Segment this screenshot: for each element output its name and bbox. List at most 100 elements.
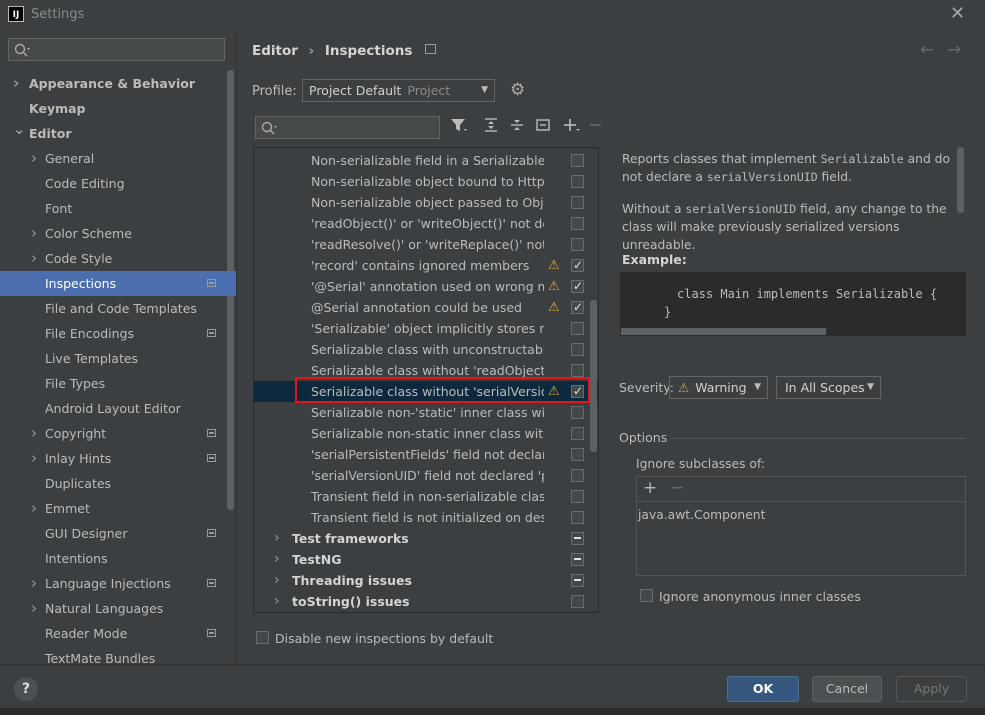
remove-class-icon[interactable]: − bbox=[670, 478, 684, 498]
back-arrow-icon[interactable]: ← bbox=[920, 40, 934, 60]
sidebar-item-inspections[interactable]: Inspections bbox=[0, 271, 236, 296]
inspection-group-row[interactable]: › TestNG bbox=[254, 549, 598, 570]
panel-divider[interactable] bbox=[236, 30, 237, 664]
chevron-right-icon[interactable]: › bbox=[31, 246, 37, 271]
inspection-row[interactable]: Serializable non-static inner class with… bbox=[254, 423, 598, 444]
sidebar-item-keymap[interactable]: Keymap bbox=[0, 96, 236, 121]
inspection-checkbox[interactable] bbox=[571, 406, 584, 419]
inspection-row[interactable]: Non-serializable object passed to Object… bbox=[254, 192, 598, 213]
inspection-row[interactable]: Serializable non-'static' inner class wi… bbox=[254, 402, 598, 423]
sidebar-item-reader-mode[interactable]: Reader Mode bbox=[0, 621, 236, 646]
inspection-row[interactable]: 'serialPersistentFields' field not decla… bbox=[254, 444, 598, 465]
inspection-row[interactable]: Non-serializable field in a Serializable… bbox=[254, 150, 598, 171]
inspection-checkbox[interactable] bbox=[571, 276, 584, 297]
apply-button[interactable]: Apply bbox=[896, 676, 967, 702]
gear-icon[interactable]: ⚙ bbox=[510, 80, 525, 100]
scope-dropdown[interactable]: In All Scopes ▼ bbox=[776, 376, 881, 399]
inspection-checkbox[interactable] bbox=[571, 255, 584, 276]
remove-icon[interactable] bbox=[589, 117, 603, 137]
inspection-checkbox[interactable] bbox=[571, 448, 584, 461]
inspection-group-row[interactable]: › toString() issues bbox=[254, 591, 598, 612]
inspection-checkbox[interactable] bbox=[571, 427, 584, 440]
chevron-right-icon[interactable]: › bbox=[274, 549, 280, 570]
add-class-icon[interactable]: + bbox=[643, 478, 657, 498]
inspection-checkbox[interactable] bbox=[571, 297, 584, 318]
sidebar-item-gui-designer[interactable]: GUI Designer bbox=[0, 521, 236, 546]
help-button[interactable]: ? bbox=[14, 677, 38, 701]
sidebar-item-file-types[interactable]: File Types bbox=[0, 371, 236, 396]
inspection-checkbox[interactable] bbox=[571, 238, 584, 251]
inspection-row[interactable]: 'Serializable' object implicitly stores … bbox=[254, 318, 598, 339]
sidebar-item-copyright[interactable]: › Copyright bbox=[0, 421, 236, 446]
sidebar-item-general[interactable]: › General bbox=[0, 146, 236, 171]
sidebar-item-editor[interactable]: ⌄ Editor bbox=[0, 120, 236, 146]
sidebar-item-code-editing[interactable]: Code Editing bbox=[0, 171, 236, 196]
inspection-group-row[interactable]: › Threading issues bbox=[254, 570, 598, 591]
cancel-button[interactable]: Cancel bbox=[812, 676, 882, 702]
chevron-right-icon[interactable]: › bbox=[13, 71, 19, 96]
inspection-row[interactable]: Serializable class with unconstructable … bbox=[254, 339, 598, 360]
chevron-right-icon[interactable]: › bbox=[31, 496, 37, 521]
inspection-list-scrollbar[interactable] bbox=[590, 300, 597, 452]
inspection-checkbox[interactable] bbox=[571, 469, 584, 482]
filter-icon[interactable] bbox=[450, 117, 468, 137]
description-scrollbar[interactable] bbox=[957, 147, 964, 213]
inspection-checkbox[interactable] bbox=[571, 364, 584, 377]
chevron-right-icon[interactable]: › bbox=[31, 146, 37, 171]
code-horizontal-scrollbar[interactable] bbox=[621, 328, 826, 335]
sidebar-item-file-encodings[interactable]: File Encodings bbox=[0, 321, 236, 346]
sidebar-item-duplicates[interactable]: Duplicates bbox=[0, 471, 236, 496]
chevron-right-icon[interactable]: › bbox=[274, 528, 280, 549]
inspection-row[interactable]: '@Serial' annotation used on wrong membe… bbox=[254, 276, 598, 297]
ignore-anonymous-checkbox[interactable] bbox=[640, 589, 653, 602]
inspection-checkbox[interactable] bbox=[571, 217, 584, 230]
profile-dropdown[interactable]: Project Default Project ▼ bbox=[302, 79, 495, 102]
chevron-right-icon[interactable]: › bbox=[274, 570, 280, 591]
inspection-group-row[interactable]: › Test frameworks bbox=[254, 528, 598, 549]
sidebar-item-emmet[interactable]: › Emmet bbox=[0, 496, 236, 521]
add-icon[interactable] bbox=[562, 117, 582, 137]
sidebar-item-color-scheme[interactable]: › Color Scheme bbox=[0, 221, 236, 246]
inspection-row[interactable]: 'record' contains ignored members ⚠ bbox=[254, 255, 598, 276]
sidebar-item-file-and-code-templates[interactable]: File and Code Templates bbox=[0, 296, 236, 321]
ok-button[interactable]: OK bbox=[727, 676, 799, 702]
inspection-search-input[interactable] bbox=[255, 116, 440, 139]
forward-arrow-icon[interactable]: → bbox=[947, 40, 961, 60]
inspection-row[interactable]: @Serial annotation could be used ⚠ bbox=[254, 297, 598, 318]
ignored-class-item[interactable]: java.awt.Component bbox=[638, 508, 765, 522]
sidebar-item-inlay-hints[interactable]: › Inlay Hints bbox=[0, 446, 236, 471]
inspection-checkbox[interactable] bbox=[571, 175, 584, 188]
breadcrumb-parent[interactable]: Editor bbox=[252, 43, 298, 59]
collapse-all-icon[interactable] bbox=[509, 117, 525, 137]
inspection-row[interactable]: Non-serializable object bound to HttpSes… bbox=[254, 171, 598, 192]
close-icon[interactable]: ✕ bbox=[950, 3, 965, 24]
inspection-checkbox[interactable] bbox=[571, 595, 584, 608]
sidebar-item-font[interactable]: Font bbox=[0, 196, 236, 221]
reset-icon[interactable] bbox=[535, 117, 551, 137]
chevron-right-icon[interactable]: › bbox=[274, 591, 280, 612]
inspection-checkbox[interactable] bbox=[571, 574, 584, 587]
severity-dropdown[interactable]: ⚠ Warning ▼ bbox=[669, 376, 768, 399]
sidebar-item-live-templates[interactable]: Live Templates bbox=[0, 346, 236, 371]
inspection-row[interactable]: Transient field in non-serializable clas… bbox=[254, 486, 598, 507]
sidebar-item-natural-languages[interactable]: › Natural Languages bbox=[0, 596, 236, 621]
settings-search-input[interactable] bbox=[8, 38, 225, 61]
inspection-row[interactable]: 'serialVersionUID' field not declared 'p… bbox=[254, 465, 598, 486]
inspection-checkbox[interactable] bbox=[571, 343, 584, 356]
inspection-checkbox[interactable] bbox=[571, 154, 584, 167]
inspection-checkbox[interactable] bbox=[571, 322, 584, 335]
sidebar-item-appearance-behavior[interactable]: › Appearance & Behavior bbox=[0, 71, 236, 96]
sidebar-item-language-injections[interactable]: › Language Injections bbox=[0, 571, 236, 596]
inspection-checkbox[interactable] bbox=[571, 553, 584, 566]
chevron-down-icon[interactable]: ⌄ bbox=[13, 117, 26, 142]
chevron-right-icon[interactable]: › bbox=[31, 596, 37, 621]
sidebar-item-code-style[interactable]: › Code Style bbox=[0, 246, 236, 271]
inspection-checkbox[interactable] bbox=[571, 511, 584, 524]
expand-all-icon[interactable] bbox=[483, 117, 499, 137]
chevron-right-icon[interactable]: › bbox=[31, 446, 37, 471]
chevron-right-icon[interactable]: › bbox=[31, 221, 37, 246]
chevron-right-icon[interactable]: › bbox=[31, 421, 37, 446]
disable-new-checkbox[interactable] bbox=[256, 631, 269, 644]
inspection-checkbox[interactable] bbox=[571, 532, 584, 545]
inspection-checkbox[interactable] bbox=[571, 196, 584, 209]
